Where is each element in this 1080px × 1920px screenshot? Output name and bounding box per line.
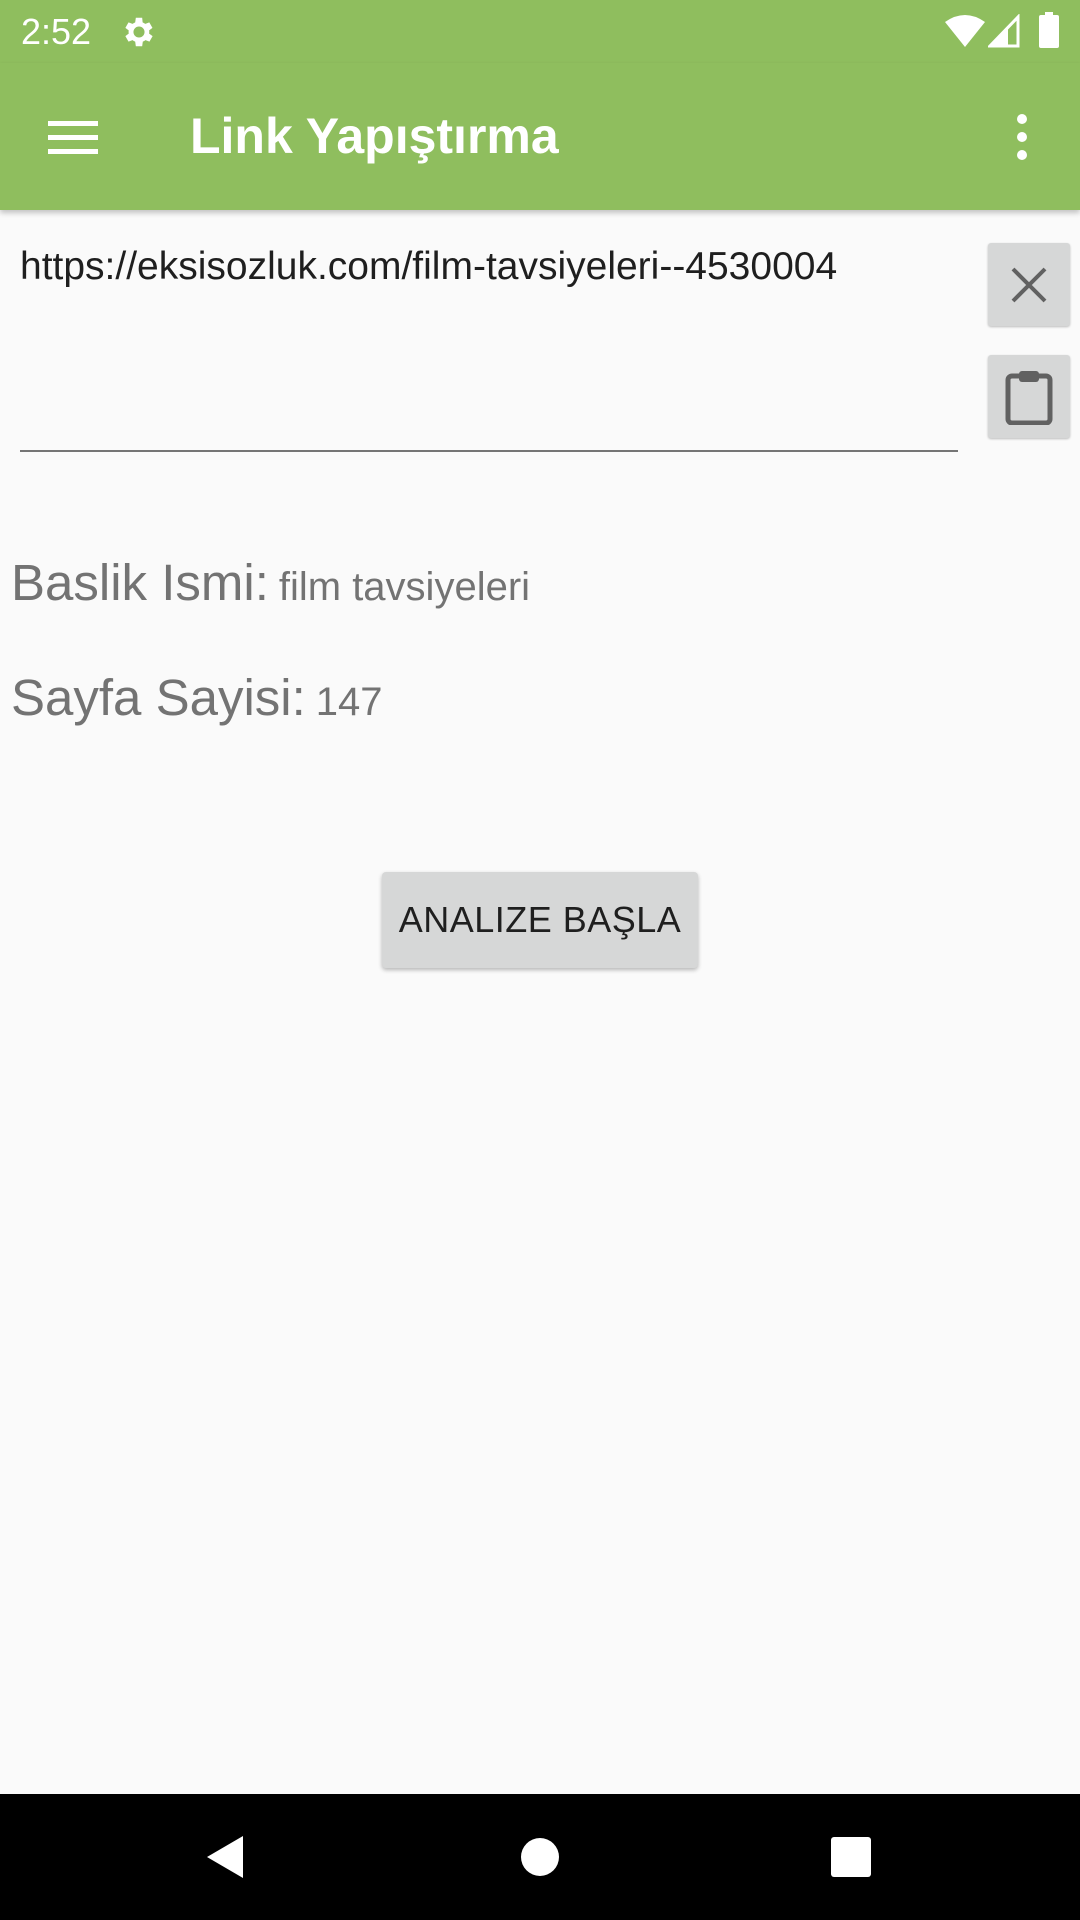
- url-input-value[interactable]: https://eksisozluk.com/film-tavsiyeleri-…: [20, 242, 958, 292]
- hamburger-menu-icon[interactable]: [35, 100, 110, 175]
- clipboard-icon: [1005, 370, 1053, 425]
- topic-title-row: Baslik Ismi: film tavsiyeleri: [11, 553, 530, 617]
- page-count-row: Sayfa Sayisi: 147: [11, 668, 383, 732]
- paste-button[interactable]: [988, 355, 1070, 438]
- analyze-button[interactable]: ANALIZE BAŞLA: [382, 872, 698, 968]
- url-input[interactable]: https://eksisozluk.com/film-tavsiyeleri-…: [20, 230, 958, 452]
- back-icon[interactable]: [195, 1824, 261, 1890]
- signal-icon: [988, 14, 1020, 48]
- close-icon: [1011, 267, 1047, 302]
- status-time: 2:52: [21, 11, 92, 52]
- status-bar: 2:52: [0, 0, 1080, 63]
- page-title: Link Yapıştırma: [190, 108, 559, 164]
- app-bar: Link Yapıştırma: [0, 63, 1080, 210]
- page-count-label: Sayfa Sayisi:: [11, 669, 306, 726]
- recents-icon[interactable]: [818, 1824, 884, 1890]
- battery-icon: [1039, 12, 1059, 48]
- screen: 2:52 Link Yapıştırma https://eksisozluk.…: [0, 0, 1080, 1920]
- gear-icon: [125, 17, 153, 47]
- page-count-value: 147: [315, 680, 383, 724]
- topic-title-value: film tavsiyeleri: [278, 565, 531, 609]
- navigation-bar: [0, 1794, 1080, 1920]
- wifi-icon: [945, 15, 985, 47]
- home-icon[interactable]: [507, 1824, 573, 1890]
- topic-title-label: Baslik Ismi:: [11, 554, 269, 611]
- more-vert-icon[interactable]: [1000, 100, 1045, 175]
- clear-button[interactable]: [988, 243, 1070, 326]
